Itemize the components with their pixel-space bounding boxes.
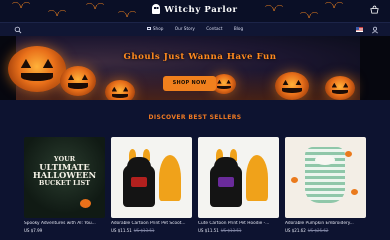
nav-item-label: Shop — [152, 26, 164, 31]
brand-name: Witchy Parlor — [164, 5, 238, 15]
cover-line: LIST — [72, 179, 91, 187]
nav-item-label: Contact — [206, 26, 223, 31]
jack-o-lantern-image — [105, 80, 135, 100]
product-image[interactable]: YOUR ULTIMATE HALLOWEEN BUCKET LIST — [24, 137, 105, 218]
jack-o-lantern-image — [325, 76, 355, 100]
current-price: US $11.51 — [198, 228, 219, 233]
product-card[interactable]: Adorable Pumpkin Embroidery... US $21.62… — [285, 137, 366, 233]
current-price: US $21.62 — [285, 228, 306, 233]
nav-item-blog[interactable]: Blog — [234, 26, 243, 31]
shop-icon — [146, 26, 151, 30]
best-sellers-title: DISCOVER BEST SELLERS — [148, 114, 242, 121]
cover-line: HALLOWEEN — [32, 170, 97, 180]
product-card[interactable]: Cute Cartoon Print Pet Hoodie -... US $1… — [198, 137, 279, 233]
product-card[interactable]: YOUR ULTIMATE HALLOWEEN BUCKET LIST Spoo… — [24, 137, 105, 233]
shop-now-button[interactable]: SHOP NOW — [163, 76, 216, 91]
nav-item-shop[interactable]: Shop — [146, 26, 164, 31]
nav-item-contact[interactable]: Contact — [206, 26, 222, 31]
product-name[interactable]: Spooky Adventures with AI: You... — [24, 221, 105, 226]
product-name[interactable]: Adorable Pumpkin Embroidery... — [285, 221, 366, 226]
product-image[interactable] — [285, 137, 366, 218]
product-image[interactable] — [198, 137, 279, 218]
product-price: US $11.51 US $13.51 — [198, 228, 279, 233]
nav-item-label: Our Story — [174, 26, 195, 31]
product-price: US $7.99 — [24, 228, 105, 233]
user-icon[interactable] — [371, 26, 379, 34]
book-cover-text: YOUR ULTIMATE HALLOWEEN BUCKET LIST — [28, 155, 101, 187]
pumpkin-icon — [345, 151, 352, 157]
brand-logo[interactable]: Witchy Parlor — [0, 4, 390, 15]
original-price: US $13.51 — [220, 228, 242, 233]
pumpkin-icon — [351, 189, 358, 195]
hero-title: Ghouls Just Wanna Have Fun — [123, 52, 277, 62]
nav-item-our-story[interactable]: Our Story — [175, 26, 195, 31]
current-price: US $11.51 — [111, 228, 132, 233]
pet-hoodie-image — [117, 143, 187, 213]
jack-o-lantern-image — [8, 46, 66, 92]
cart-icon[interactable] — [370, 5, 379, 14]
product-name[interactable]: Cute Cartoon Print Pet Hoodie -... — [198, 221, 279, 226]
nav-item-label: Blog — [233, 26, 244, 31]
product-card[interactable]: Adorable Cartoon Print Pet Scoot... US $… — [111, 137, 192, 233]
product-price: US $11.51 US $13.51 — [111, 228, 192, 233]
pumpkin-icon — [80, 199, 91, 208]
original-price: US $13.51 — [133, 228, 155, 233]
us-flag-icon[interactable] — [356, 27, 363, 32]
jack-o-lantern-image — [60, 66, 96, 96]
top-bar: ⌒v⌒ ⌒v⌒ ⌒v⌒ ⌒v⌒ ⌒v⌒ ⌒v⌒ ⌒v⌒ Witchy Parlo… — [0, 0, 390, 22]
product-price: US $21.62 US $25.62 — [285, 228, 366, 233]
romper-image — [305, 147, 345, 203]
product-name[interactable]: Adorable Cartoon Print Pet Scoot... — [111, 221, 192, 226]
tree-silhouette — [360, 36, 390, 100]
nav-menu: Shop Our Story Contact Blog — [0, 26, 390, 31]
pumpkin-icon — [291, 177, 298, 183]
ghost-logo-icon — [152, 4, 161, 14]
product-image[interactable] — [111, 137, 192, 218]
pet-hoodie-image — [204, 143, 274, 213]
hero-banner: Ghouls Just Wanna Have Fun SHOP NOW — [0, 36, 390, 100]
current-price: US $7.99 — [24, 228, 43, 233]
original-price: US $25.62 — [307, 228, 329, 233]
jack-o-lantern-image — [275, 72, 309, 100]
main-nav: Shop Our Story Contact Blog — [0, 22, 390, 36]
cover-line: BUCKET — [38, 179, 71, 187]
